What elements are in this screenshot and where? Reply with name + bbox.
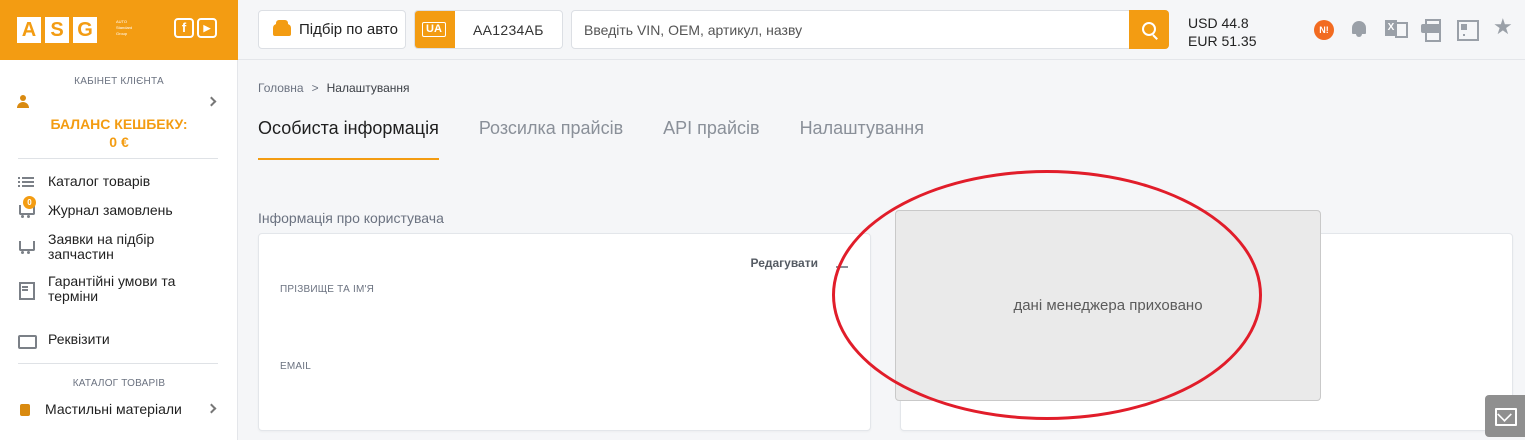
manager-hidden-overlay: дані менеджера приховано — [895, 210, 1321, 401]
currency-rates: USD 44.8 EUR 51.35 — [1188, 14, 1256, 50]
search-button[interactable] — [1129, 10, 1169, 49]
sidebar-item-label: Каталог товарів — [48, 173, 151, 189]
eur-rate: EUR 51.35 — [1188, 33, 1257, 49]
sidebar-item-catalog[interactable]: Каталог товарів — [18, 174, 218, 189]
sidebar-item-label: Реквізити — [48, 331, 110, 347]
sidebar-item-orders[interactable]: Журнал замовлень — [18, 203, 218, 218]
sidebar-item-part-requests[interactable]: Заявки на підбір запчастин — [18, 232, 218, 262]
excel-icon[interactable] — [1385, 19, 1408, 39]
chevron-right-icon[interactable] — [206, 96, 217, 107]
tab-api-prices[interactable]: API прайсів — [663, 118, 759, 160]
sidebar-item-lubricants[interactable]: Мастильні матеріали — [18, 402, 218, 417]
facebook-icon[interactable]: f — [174, 18, 194, 38]
sidebar-item-label: Мастильні матеріали — [45, 401, 182, 417]
edit-button[interactable]: Редагувати — [751, 256, 819, 270]
logo-letter-a: A — [17, 17, 41, 43]
user-icon — [16, 95, 30, 109]
sidebar-divider — [18, 363, 218, 364]
logo: A S G — [17, 17, 97, 43]
car-selection-button[interactable]: Підбір по авто — [258, 10, 406, 49]
card-icon — [18, 333, 37, 349]
name-label: ПРІЗВИЩЕ ТА ІМ'Я — [280, 284, 375, 295]
logo-letter-s: S — [45, 17, 69, 43]
email-label: EMAIL — [280, 361, 312, 372]
breadcrumb-home[interactable]: Головна — [258, 81, 304, 95]
logo-area[interactable]: A S G AUTO Standard Group f ▶ — [0, 0, 238, 60]
settings-tabs: Особиста інформація Розсилка прайсів API… — [258, 118, 964, 160]
tab-price-mailing[interactable]: Розсилка прайсів — [479, 118, 623, 160]
sidebar-item-label: Журнал замовлень — [48, 202, 173, 218]
youtube-icon[interactable]: ▶ — [197, 18, 217, 38]
tab-personal-info[interactable]: Особиста інформація — [258, 118, 439, 160]
cart-icon — [18, 240, 35, 254]
breadcrumb: Головна > Налаштування — [258, 81, 410, 95]
plate-number[interactable]: AA1234AБ — [473, 22, 544, 38]
newspaper-icon[interactable] — [1457, 19, 1479, 41]
document-icon — [18, 282, 35, 300]
printer-icon[interactable] — [1421, 19, 1441, 42]
sidebar-item-warranty[interactable]: Гарантійні умови та терміни — [18, 274, 218, 304]
sidebar-divider — [18, 158, 218, 159]
usd-rate: USD 44.8 — [1188, 15, 1249, 31]
orders-count-badge: 0 — [23, 196, 36, 209]
mail-button[interactable] — [1485, 395, 1525, 437]
search-input[interactable]: Введіть VIN, OEM, артикул, назву — [584, 22, 802, 38]
user-info-title: Інформація про користувача — [258, 210, 444, 226]
breadcrumb-separator: > — [311, 81, 319, 95]
sidebar: КАБІНЕТ КЛІЄНТА БАЛАНС КЕШБЕКУ: 0 € Ката… — [0, 60, 238, 440]
bell-icon[interactable] — [1350, 19, 1370, 39]
cabinet-title: КАБІНЕТ КЛІЄНТА — [74, 76, 164, 87]
edit-icon[interactable] — [836, 260, 848, 268]
plate-country-flag: UA — [415, 11, 455, 48]
cashback-value: 0 € — [109, 134, 129, 150]
user-info-card: Редагувати ПРІЗВИЩЕ ТА ІМ'Я EMAIL — [258, 233, 871, 431]
plate-country-code: UA — [422, 22, 446, 37]
cashback-balance: БАЛАНС КЕШБЕКУ: 0 € — [0, 115, 238, 151]
car-selection-label: Підбір по авто — [299, 21, 398, 38]
tab-settings[interactable]: Налаштування — [800, 118, 924, 160]
manager-hidden-text: дані менеджера приховано — [1013, 297, 1203, 314]
logo-subtitle: AUTO Standard Group — [116, 19, 133, 36]
sidebar-item-label: Гарантійні умови та терміни — [48, 273, 176, 304]
news-badge-icon[interactable]: N! — [1314, 20, 1334, 40]
star-icon[interactable]: ★ — [1493, 16, 1513, 38]
search-box[interactable]: Введіть VIN, OEM, артикул, назву — [571, 10, 1169, 49]
list-icon — [18, 175, 34, 189]
sidebar-item-label: Заявки на підбір запчастин — [48, 231, 155, 262]
sidebar-item-requisites[interactable]: Реквізити — [18, 331, 218, 349]
oil-icon — [18, 403, 34, 417]
car-icon — [273, 19, 291, 36]
catalog-title: КАТАЛОГ ТОВАРІВ — [72, 378, 166, 389]
breadcrumb-current: Налаштування — [326, 81, 410, 95]
logo-letter-g: G — [73, 17, 97, 43]
license-plate-input[interactable]: UA AA1234AБ — [414, 10, 563, 49]
cashback-label: БАЛАНС КЕШБЕКУ: — [50, 116, 188, 132]
